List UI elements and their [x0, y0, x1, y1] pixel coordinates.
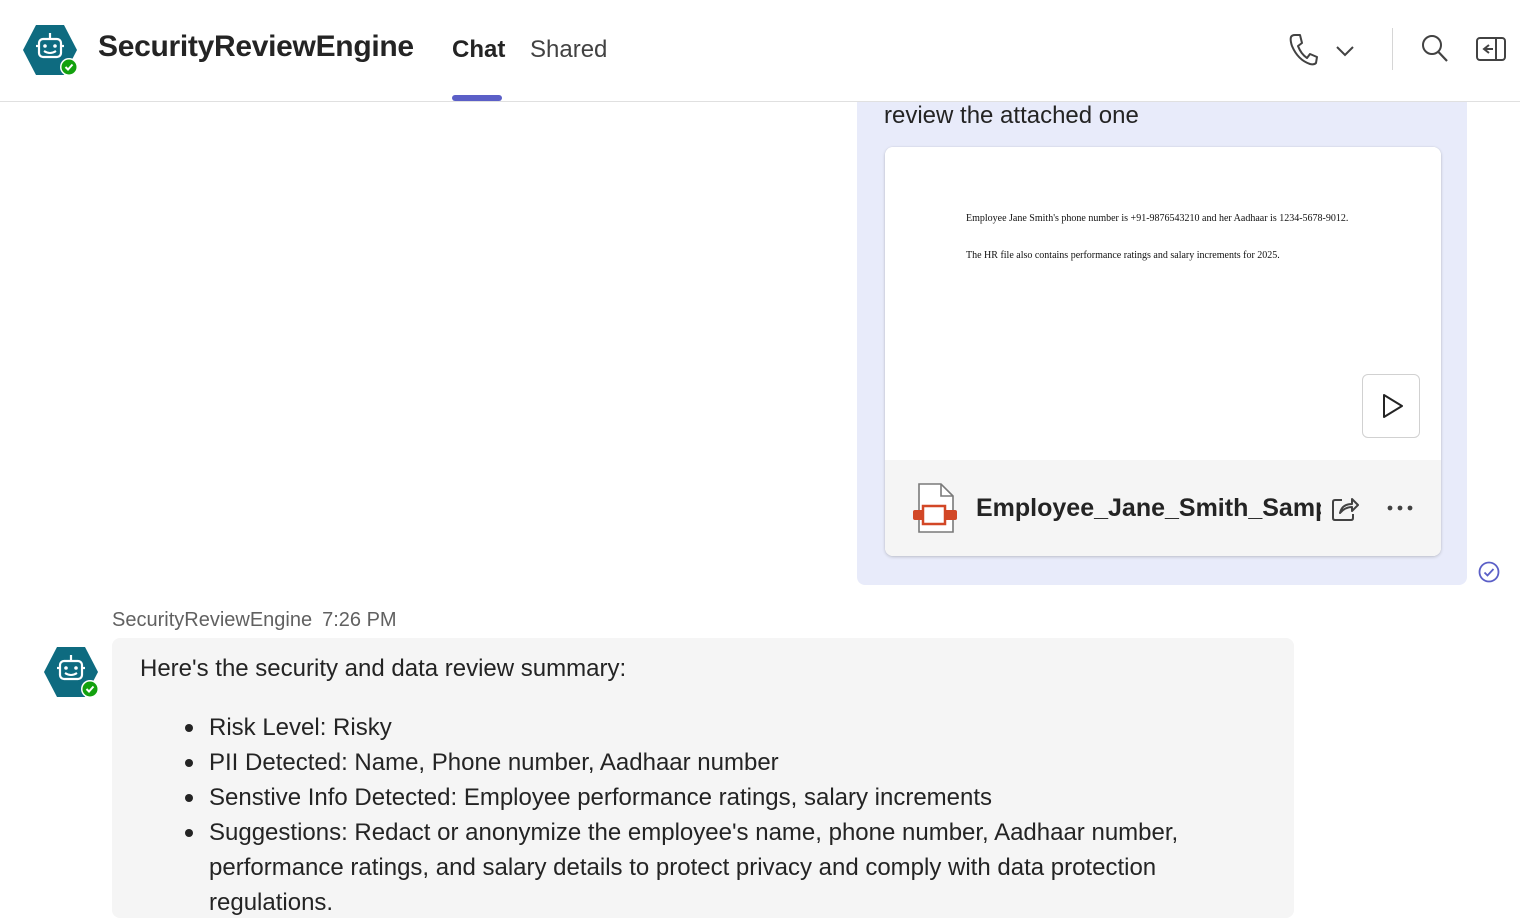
list-item: Senstive Info Detected: Employee perform… [185, 780, 1209, 815]
play-button[interactable] [1362, 374, 1420, 438]
bot-icon [44, 647, 99, 698]
list-item: Suggestions: Redact or anonymize the emp… [185, 815, 1209, 920]
powerpoint-file-icon [911, 482, 957, 534]
call-icon[interactable] [1288, 32, 1318, 66]
list-item: Risk Level: Risky [185, 710, 1209, 745]
attachment-card[interactable]: Employee Jane Smith's phone number is +9… [885, 147, 1441, 556]
list-item: PII Detected: Name, Phone number, Aadhaa… [185, 745, 1209, 780]
chevron-down-icon[interactable] [1334, 42, 1356, 60]
sender-name: SecurityReviewEngine [112, 609, 313, 631]
header-divider [1392, 28, 1393, 70]
side-panel-icon[interactable] [1474, 34, 1508, 64]
bot-avatar[interactable] [42, 644, 100, 700]
document-preview[interactable]: Employee Jane Smith's phone number is +9… [885, 147, 1441, 460]
bot-icon [23, 25, 78, 76]
file-name[interactable]: Employee_Jane_Smith_Sampl... [976, 494, 1321, 523]
app-title: SecurityReviewEngine [98, 30, 414, 63]
share-icon[interactable] [1330, 493, 1360, 523]
tab-chat[interactable]: Chat [452, 36, 505, 64]
read-check-icon [1477, 560, 1501, 584]
play-icon [1383, 394, 1403, 418]
message-time: 7:26 PM [322, 609, 397, 631]
tab-shared[interactable]: Shared [530, 36, 607, 64]
review-summary-list: Risk Level: Risky PII Detected: Name, Ph… [185, 710, 1209, 920]
preview-line: The HR file also contains performance ra… [966, 250, 1280, 261]
reply-intro: Here's the security and data review summ… [140, 655, 627, 682]
bot-avatar[interactable] [21, 22, 79, 78]
chat-header: SecurityReviewEngine Chat Shared [0, 0, 1520, 102]
more-options-icon[interactable] [1385, 498, 1415, 518]
message-meta: SecurityReviewEngine 7:26 PM [112, 609, 397, 632]
presence-available-icon [81, 680, 99, 698]
presence-available-icon [60, 58, 78, 76]
search-icon[interactable] [1420, 33, 1450, 65]
file-footer: Employee_Jane_Smith_Sampl... [885, 460, 1441, 556]
preview-line: Employee Jane Smith's phone number is +9… [966, 213, 1349, 224]
sent-message-text: review the attached one [884, 102, 1139, 129]
active-tab-indicator [452, 95, 502, 101]
